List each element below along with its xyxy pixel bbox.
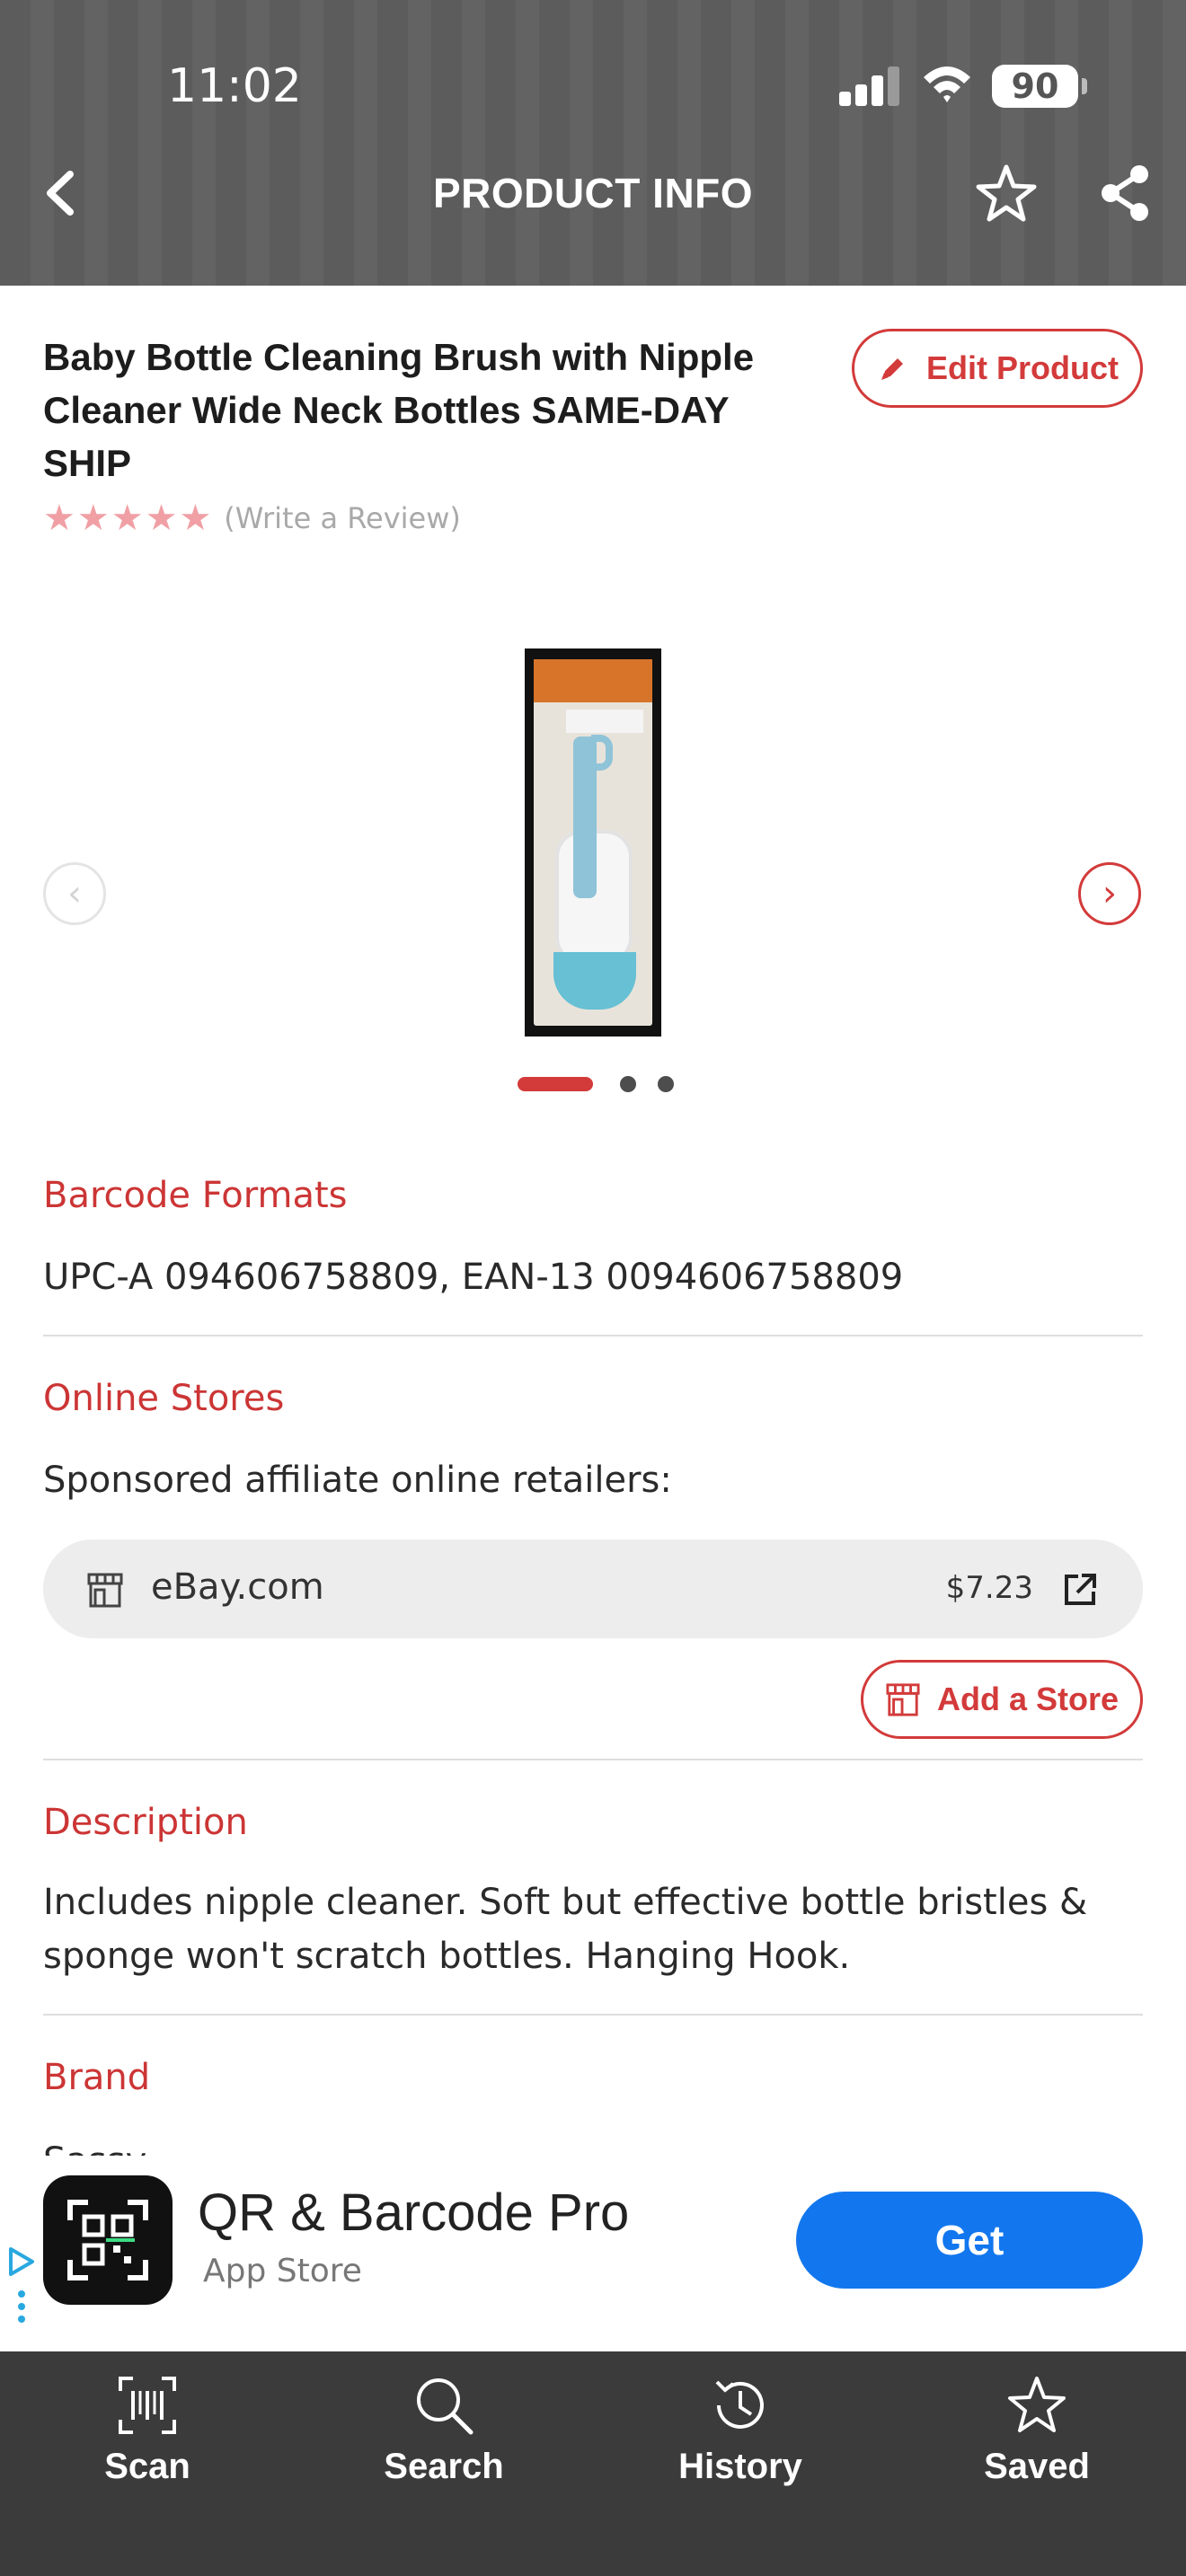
brand-value: Sassy (43, 2134, 1148, 2156)
package-header (534, 659, 652, 702)
brand-heading: Brand (43, 2057, 151, 2098)
edit-product-label: Edit Product (926, 349, 1119, 386)
top-header: 11:02 90 PRODUCT INFO (0, 0, 1186, 286)
status-time: 11:02 (167, 59, 302, 113)
barcode-formats-value: UPC-A 094606758809, EAN-13 0094606758809 (43, 1257, 904, 1298)
get-app-button[interactable]: Get (796, 2192, 1143, 2289)
rating-star-icon: ★ (76, 498, 110, 539)
page-dot[interactable] (620, 1076, 636, 1092)
online-stores-heading: Online Stores (43, 1378, 285, 1419)
store-price: $7.23 (945, 1570, 1033, 1606)
divider (43, 1759, 1143, 1760)
bottom-tab-bar: Scan Search History Saved (0, 2351, 1186, 2576)
rating-row[interactable]: ★ ★ ★ ★ ★ (Write a Review) (43, 498, 461, 539)
tab-history-label: History (678, 2447, 802, 2486)
rating-star-icon: ★ (43, 498, 75, 539)
app-icon[interactable] (43, 2175, 173, 2305)
tab-scan[interactable]: Scan (49, 2375, 246, 2492)
ad-store-label: App Store (203, 2253, 362, 2289)
chevron-left-icon: ‹ (67, 873, 82, 914)
brush-hook (591, 735, 613, 771)
divider (43, 1335, 1143, 1337)
wifi-icon (924, 66, 970, 102)
add-store-label: Add a Store (936, 1681, 1120, 1717)
share-button[interactable] (1096, 162, 1154, 225)
description-heading: Description (43, 1802, 248, 1843)
edit-product-button[interactable]: Edit Product (852, 329, 1143, 408)
scan-icon (119, 2377, 176, 2434)
pencil-icon (881, 358, 903, 380)
product-title: Baby Bottle Cleaning Brush with Nipple C… (43, 336, 755, 484)
description-text: Includes nipple cleaner. Soft but effect… (43, 1882, 1088, 1977)
carousel-prev-button[interactable]: ‹ (43, 862, 106, 925)
tab-scan-label: Scan (104, 2447, 190, 2486)
add-store-button[interactable]: Add a Store (861, 1660, 1143, 1739)
barcode-formats-heading: Barcode Formats (43, 1175, 348, 1216)
history-icon (715, 2380, 764, 2429)
battery-indicator: 90 (992, 65, 1087, 108)
product-package (534, 659, 652, 1026)
ad-app-name[interactable]: QR & Barcode Pro (198, 2183, 629, 2243)
page-dot-active[interactable] (518, 1077, 593, 1091)
carousel-next-button[interactable]: › (1078, 862, 1141, 925)
brush-sponge-base (553, 952, 636, 1010)
storefront-icon (87, 1573, 123, 1608)
store-row-ebay[interactable]: eBay.com $7.23 (43, 1539, 1143, 1638)
divider (43, 2014, 1143, 2016)
tab-saved-label: Saved (984, 2447, 1090, 2486)
tab-search-label: Search (384, 2447, 504, 2486)
product-image (525, 648, 661, 1037)
rating-star-icon: ★ (179, 498, 212, 539)
tab-history[interactable]: History (642, 2375, 839, 2492)
package-label (566, 710, 643, 733)
store-name: eBay.com (151, 1566, 324, 1608)
star-icon (1008, 2377, 1066, 2432)
online-stores-subtitle: Sponsored affiliate online retailers: (43, 1460, 672, 1501)
product-content[interactable]: Baby Bottle Cleaning Brush with Nipple C… (0, 286, 1186, 2156)
tab-saved[interactable]: Saved (938, 2375, 1136, 2492)
chevron-right-icon: › (1102, 873, 1117, 914)
ad-banner[interactable]: QR & Barcode Pro App Store Get (0, 2156, 1186, 2351)
write-review-link[interactable]: (Write a Review) (224, 501, 461, 535)
external-link-icon[interactable] (1062, 1572, 1098, 1608)
rating-star-icon: ★ (111, 498, 144, 539)
page-dot[interactable] (658, 1076, 674, 1092)
rating-star-icon: ★ (145, 498, 178, 539)
ad-choices-icon[interactable] (5, 2244, 38, 2325)
cellular-signal-icon (839, 66, 900, 106)
favorite-star-button[interactable] (974, 162, 1039, 226)
qr-code-icon (67, 2200, 148, 2280)
search-icon (417, 2378, 474, 2435)
tab-search[interactable]: Search (345, 2375, 543, 2492)
carousel-pagination[interactable] (518, 1076, 695, 1092)
storefront-icon (886, 1683, 920, 1716)
